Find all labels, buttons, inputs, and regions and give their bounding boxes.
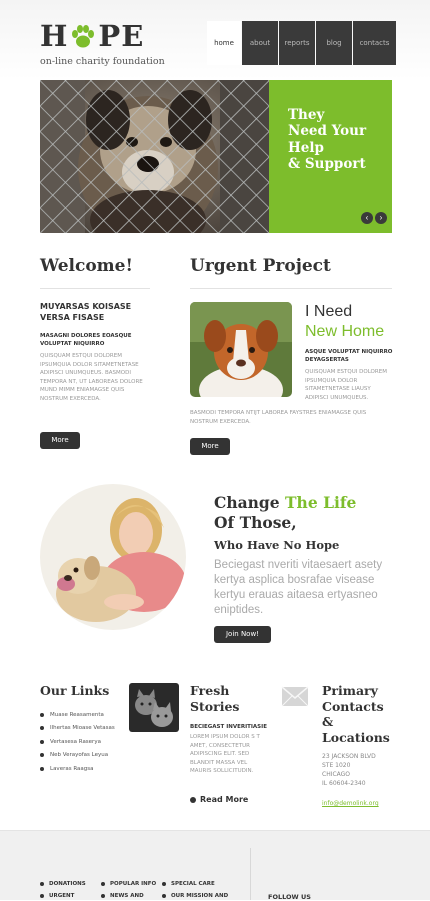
nav-item-reports[interactable]: reports <box>279 21 315 65</box>
nav-item-contacts[interactable]: contacts <box>353 21 396 65</box>
urgent-heading: Urgent Project <box>190 256 331 276</box>
urgent-body-right: QUISQUAM ESTQUI DOLOREM IPSUMQUIA DOLOR … <box>305 369 387 401</box>
fresh-heading-line1: Fresh <box>190 683 230 698</box>
hero-slider: They Need Your Help & Support ‹ › <box>40 80 392 233</box>
bullet-icon <box>162 894 166 898</box>
footer-link-label: OUR MISSION AND <box>171 893 229 899</box>
urgent-more-button[interactable]: More <box>190 438 230 455</box>
footer-link[interactable]: DONATIONS <box>40 881 86 887</box>
bullet-icon <box>40 753 44 758</box>
address-line: IL 60604-2340 <box>322 780 366 787</box>
arrow-right-icon[interactable]: › <box>375 212 387 224</box>
logo-letter-h: H <box>40 19 69 53</box>
hero-dog-photo <box>40 80 269 233</box>
hero-caption-panel: They Need Your Help & Support ‹ › <box>269 80 392 233</box>
divider <box>190 288 392 289</box>
contacts-heading: Primary Contacts & Locations <box>322 683 390 746</box>
arrow-left-icon[interactable]: ‹ <box>361 212 373 224</box>
main-nav: home about reports blog contacts <box>207 21 396 65</box>
read-more-link[interactable]: Read More <box>190 795 248 804</box>
arrow-circle-icon <box>190 796 196 803</box>
welcome-subtitle: MUYARSAS KOISASE VERSA FISASE <box>40 302 132 322</box>
footer-link[interactable]: OUR MISSION AND <box>162 893 228 899</box>
bullet-icon <box>40 882 44 886</box>
urgent-body: BASMODI TEMPORA NTIJT LABOREA FAYSTRES E… <box>190 410 367 425</box>
footer-link[interactable]: URGENT <box>40 893 74 899</box>
address-line: 23 JACKSON BLVD <box>322 753 376 760</box>
urgent-title-line2: New Home <box>305 323 385 340</box>
site-logo[interactable]: H PE <box>40 22 144 51</box>
address-line: STE 1020 <box>322 762 351 769</box>
bullet-icon <box>40 894 44 898</box>
change-heading-a: Change <box>214 493 286 512</box>
hero-caption: They Need Your Help & Support <box>288 107 367 173</box>
logo-letters-pe: PE <box>98 19 145 53</box>
list-item[interactable]: Vertasesa Raserya <box>40 735 115 749</box>
links-list: Muase Reasamenta Ilhertas Mioase Vetasas… <box>40 708 115 776</box>
bullet-icon <box>40 712 44 717</box>
footer-link[interactable]: POPULAR INFO <box>101 881 156 887</box>
footer-link-label: NEWS AND <box>110 893 144 899</box>
contacts-heading-line4: Locations <box>322 729 390 745</box>
welcome-intro: MASAGNI DOLORES EOASQUE VOLUPTAT NIQUIRR… <box>40 333 132 348</box>
footer-link-label: DONATIONS <box>49 881 86 887</box>
change-subheading: Who Have No Hope <box>214 538 340 552</box>
footer-link[interactable]: SPECIAL CARE <box>162 881 215 887</box>
contacts-heading-line2: Contacts <box>322 698 384 714</box>
fresh-heading-line2: Stories <box>190 698 240 714</box>
footer-link[interactable]: NEWS AND <box>101 893 144 899</box>
contact-email-link[interactable]: info@demolink.org <box>322 800 379 807</box>
join-now-button[interactable]: Join Now! <box>214 626 271 643</box>
footer-link-label: SPECIAL CARE <box>171 881 215 887</box>
mail-icon <box>281 686 309 707</box>
welcome-body: QUISQUAM ESTQUI DOLOREM IPSUMQUIA DOLOR … <box>40 353 143 402</box>
puppy-photo <box>190 302 292 397</box>
welcome-heading: Welcome! <box>40 256 133 276</box>
nav-item-home[interactable]: home <box>207 21 241 65</box>
address-line: CHICAGO <box>322 771 351 778</box>
list-item[interactable]: Muase Reasamenta <box>40 708 115 722</box>
footer-divider <box>250 848 251 900</box>
footer-link-label: URGENT <box>49 893 75 899</box>
links-heading: Our Links <box>40 683 110 698</box>
link-label: Ilhertas Mioase Vetasas <box>50 725 115 732</box>
urgent-intro: ASQUE VOLUPTAT NIQUIRRO DEYAGSERTAS <box>305 349 393 364</box>
list-item[interactable]: Neb Verayofas Leyua <box>40 749 115 763</box>
footer <box>0 830 430 900</box>
link-label: Neb Verayofas Leyua <box>50 752 109 759</box>
bullet-icon <box>101 882 105 886</box>
bullet-icon <box>101 894 105 898</box>
contacts-heading-line1: Primary <box>322 683 378 698</box>
change-body: Beciegast nveriti vitaesaert asety kerty… <box>214 559 383 616</box>
list-item[interactable]: Ilhertas Mioase Vetasas <box>40 722 115 736</box>
change-heading-b: The Life <box>285 493 357 512</box>
link-label: Muase Reasamenta <box>50 711 104 718</box>
read-more-label: Read More <box>200 795 249 804</box>
paw-icon <box>72 24 95 47</box>
fresh-subtitle: BECIEGAST INVERITIASIE <box>190 724 267 730</box>
bullet-icon <box>40 726 44 731</box>
change-heading-line2: Of Those, <box>214 513 297 533</box>
link-label: Vertasesa Raserya <box>50 738 101 745</box>
nav-item-about[interactable]: about <box>242 21 278 65</box>
fresh-heading: Fresh Stories <box>190 683 239 714</box>
divider <box>40 288 150 289</box>
fresh-body: LOREM IPSUM DOLOR S T AMET, CONSECTETUR … <box>190 734 260 775</box>
bullet-icon <box>162 882 166 886</box>
cats-photo <box>129 683 179 732</box>
contact-address: 23 JACKSON BLVD STE 1020 CHICAGO IL 6060… <box>322 752 376 788</box>
woman-dog-photo <box>40 484 186 630</box>
bullet-icon <box>40 739 44 744</box>
link-label: Laveras Raagsa <box>50 765 94 772</box>
welcome-more-button[interactable]: More <box>40 432 80 449</box>
tagline: on-line charity foundation <box>40 56 165 67</box>
footer-link-label: POPULAR INFO <box>110 881 157 887</box>
list-item[interactable]: Laveras Raagsa <box>40 762 115 776</box>
nav-item-blog[interactable]: blog <box>316 21 352 65</box>
bullet-icon <box>40 766 44 771</box>
contacts-heading-line3: & <box>322 714 334 730</box>
change-heading: Change The Life Of Those, <box>214 493 356 534</box>
urgent-title-line1: I Need <box>305 303 353 320</box>
